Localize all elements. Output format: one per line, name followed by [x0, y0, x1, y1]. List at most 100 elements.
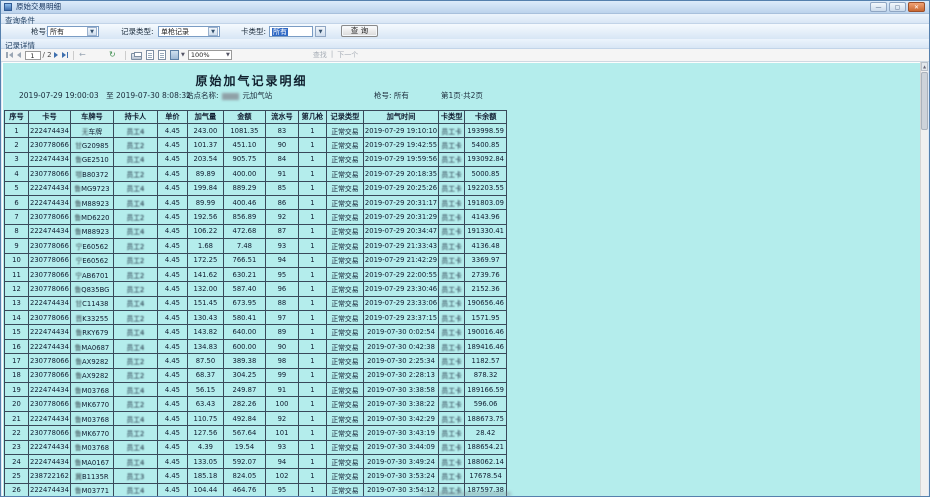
- table-cell: 鲁GE2510: [70, 152, 113, 166]
- vertical-scrollbar[interactable]: ▲: [920, 62, 928, 496]
- table-cell: 1: [298, 483, 326, 497]
- table-cell: 4.45: [157, 383, 187, 397]
- gun-number-label: 枪号:: [31, 26, 49, 37]
- export-dropdown-arrow-icon[interactable]: ▼: [181, 52, 185, 58]
- table-cell: 189416.46: [465, 339, 507, 353]
- close-button[interactable]: ✕: [908, 2, 925, 12]
- table-row: 25238722162冀B1135R员工34.45185.18824.05102…: [5, 469, 507, 483]
- table-cell: 132.00: [187, 282, 223, 296]
- scrollbar-thumb[interactable]: [921, 72, 928, 130]
- previous-page-button[interactable]: [17, 52, 21, 58]
- export-icon[interactable]: [170, 50, 179, 60]
- table-cell: 甘G20985: [70, 138, 113, 152]
- table-cell: 4.45: [157, 253, 187, 267]
- print-layout-icon[interactable]: [146, 50, 154, 60]
- table-cell: 100: [265, 397, 298, 411]
- table-cell: 11: [5, 267, 29, 281]
- chevron-down-icon: ▼: [226, 52, 231, 58]
- card-type-dropdown-button[interactable]: ▼: [315, 26, 326, 37]
- table-cell: 正常交易: [326, 224, 363, 238]
- table-row: 17230778066鲁AX9282员工24.4587.50389.38981正…: [5, 354, 507, 368]
- table-cell: 63.43: [187, 397, 223, 411]
- table-header-cell: 第几枪: [298, 111, 326, 124]
- table-cell: 员工4: [113, 411, 157, 425]
- table-cell: 19.54: [223, 440, 265, 454]
- toolbar-separator: [73, 51, 74, 60]
- table-cell: 592.07: [223, 454, 265, 468]
- table-row: 9230778066宁E60562员工24.451.687.48931正常交易2…: [5, 239, 507, 253]
- zoom-select[interactable]: 100% ▼: [188, 50, 232, 60]
- report-station: 站点名称: 元加气站: [186, 90, 272, 101]
- table-cell: 230778066: [29, 282, 71, 296]
- window-title: 原始交易明细: [16, 1, 61, 13]
- table-row: 16222474434鲁MA0687员工44.45134.83600.00901…: [5, 339, 507, 353]
- minimize-button[interactable]: —: [870, 2, 887, 12]
- table-cell: 1: [298, 454, 326, 468]
- table-cell: 员工卡: [439, 325, 465, 339]
- table-cell: 222474434: [29, 224, 71, 238]
- table-cell: 员工4: [113, 383, 157, 397]
- table-cell: 10: [5, 253, 29, 267]
- current-page-input[interactable]: 1: [25, 51, 41, 60]
- table-cell: 员工4: [113, 440, 157, 454]
- table-cell: 鲁M88923: [70, 224, 113, 238]
- back-to-parent-report-icon[interactable]: ←: [79, 50, 90, 60]
- table-cell: 189166.59: [465, 383, 507, 397]
- table-cell: 1: [298, 210, 326, 224]
- record-type-select[interactable]: 单枪记录 ▼: [158, 26, 220, 37]
- table-cell: 110.75: [187, 411, 223, 425]
- next-page-button[interactable]: [54, 52, 58, 58]
- table-cell: 员工卡: [439, 397, 465, 411]
- find-next-link[interactable]: 下一个: [337, 50, 358, 60]
- table-cell: 193092.84: [465, 152, 507, 166]
- table-cell: 20: [5, 397, 29, 411]
- table-cell: 188673.75: [465, 411, 507, 425]
- find-link[interactable]: 查找: [313, 50, 327, 60]
- card-type-selected-text: 所有: [272, 28, 288, 36]
- page-setup-icon[interactable]: [158, 50, 166, 60]
- table-cell: 员工2: [113, 138, 157, 152]
- report-page-info: 第1页·共2页: [441, 90, 483, 101]
- table-row: 11230778066宁AB6701员工24.45141.62630.21951…: [5, 267, 507, 281]
- table-cell: 员工卡: [439, 411, 465, 425]
- table-cell: 5: [5, 181, 29, 195]
- table-cell: 员工卡: [439, 454, 465, 468]
- table-row: 8222474434鲁M88923员工44.45106.22472.68871正…: [5, 224, 507, 238]
- table-cell: 4.45: [157, 325, 187, 339]
- table-cell: 1: [298, 124, 326, 138]
- print-icon[interactable]: [131, 53, 142, 60]
- table-cell: 2019-07-29 23:30:46: [363, 282, 438, 296]
- table-cell: 85: [265, 181, 298, 195]
- query-button[interactable]: 查 询: [341, 25, 378, 37]
- table-cell: 2019-07-30 3:49:24: [363, 454, 438, 468]
- table-cell: 222474434: [29, 181, 71, 195]
- chevron-down-icon[interactable]: ▼: [208, 27, 218, 36]
- gun-number-select[interactable]: 所有 ▼: [47, 26, 99, 37]
- table-cell: 230778066: [29, 138, 71, 152]
- table-cell: 1: [298, 397, 326, 411]
- table-cell: 7: [5, 210, 29, 224]
- table-cell: 95: [265, 483, 298, 497]
- table-cell: 22: [5, 426, 29, 440]
- refresh-icon[interactable]: ↻: [109, 50, 120, 60]
- table-cell: 1: [298, 167, 326, 181]
- table-cell: 1: [298, 138, 326, 152]
- table-cell: 2019-07-30 0:42:38: [363, 339, 438, 353]
- table-cell: 2019-07-30 3:44:09: [363, 440, 438, 454]
- table-cell: 222474434: [29, 152, 71, 166]
- table-cell: 员工卡: [439, 469, 465, 483]
- table-cell: 389.38: [223, 354, 265, 368]
- table-cell: 4.45: [157, 454, 187, 468]
- table-cell: 员工卡: [439, 152, 465, 166]
- card-type-input[interactable]: 所有: [269, 26, 313, 37]
- report-header-info: 2019-07-29 19:00:03 至 2019-07-30 8:08:32…: [3, 90, 920, 102]
- scroll-up-icon[interactable]: ▲: [921, 62, 928, 71]
- report-page: 原始加气记录明细 2019-07-29 19:00:03 至 2019-07-3…: [3, 63, 920, 496]
- first-page-button[interactable]: [6, 52, 13, 58]
- maximize-button[interactable]: ▢: [889, 2, 906, 12]
- stop-rendering-icon[interactable]: [94, 50, 105, 60]
- chevron-down-icon[interactable]: ▼: [87, 27, 97, 36]
- last-page-button[interactable]: [62, 52, 69, 58]
- table-row: 19222474434鲁M03768员工44.4556.15249.87911正…: [5, 383, 507, 397]
- table-cell: 2019-07-30 3:38:58: [363, 383, 438, 397]
